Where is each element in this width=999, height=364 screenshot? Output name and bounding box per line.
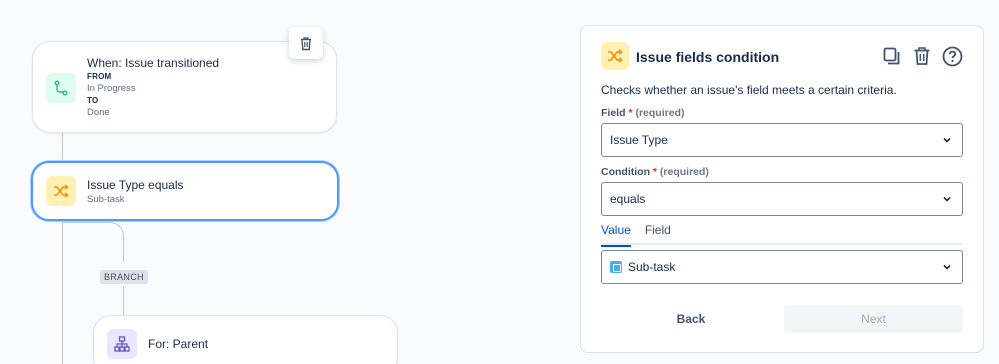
shuffle-icon xyxy=(601,42,629,70)
help-icon xyxy=(942,46,962,66)
condition-subtitle: Sub-task xyxy=(87,194,125,205)
branch-label: BRANCH xyxy=(100,270,148,284)
branch-node-title: For: Parent xyxy=(148,337,209,351)
rule-canvas: When: Issue transitioned FROM In Progres… xyxy=(0,0,560,364)
panel-header: Issue fields condition xyxy=(601,42,965,72)
shuffle-icon xyxy=(46,176,76,206)
branch-connector xyxy=(62,222,124,262)
connector-line xyxy=(62,133,63,161)
condition-label: Condition * (required) xyxy=(601,166,709,178)
tab-value[interactable]: Value xyxy=(601,223,631,247)
trash-icon xyxy=(914,47,930,65)
trigger-from-value: In Progress xyxy=(87,83,136,94)
trigger-to-value: Done xyxy=(87,107,110,118)
tab-field[interactable]: Field xyxy=(645,223,671,245)
next-button[interactable]: Next xyxy=(784,305,963,333)
chevron-down-icon xyxy=(943,264,951,270)
component-config-panel: Issue fields condition Checks whether an… xyxy=(580,25,984,353)
field-select[interactable]: Issue Type xyxy=(601,123,963,157)
panel-title: Issue fields condition xyxy=(636,49,780,65)
condition-select[interactable]: equals xyxy=(601,182,963,216)
chevron-down-icon xyxy=(943,196,951,202)
required-asterisk: * xyxy=(652,166,657,178)
back-button[interactable]: Back xyxy=(641,305,741,333)
required-asterisk: * xyxy=(628,107,633,119)
trigger-icon xyxy=(46,73,76,103)
field-label-text: Field xyxy=(601,107,626,119)
trigger-from-label: FROM xyxy=(87,72,112,81)
condition-select-value: equals xyxy=(610,192,646,206)
trigger-title: When: Issue transitioned xyxy=(87,56,220,70)
trash-icon xyxy=(301,36,311,50)
panel-description: Checks whether an issue's field meets a … xyxy=(601,83,897,97)
condition-title: Issue Type equals xyxy=(87,178,184,192)
help-button[interactable] xyxy=(941,44,963,68)
delete-button[interactable] xyxy=(911,44,933,68)
condition-label-text: Condition xyxy=(601,166,650,178)
field-label: Field * (required) xyxy=(601,107,684,119)
required-text: (required) xyxy=(635,107,685,119)
condition-node[interactable]: Issue Type equals Sub-task xyxy=(31,161,339,221)
value-field-tabs: Value Field xyxy=(601,223,963,247)
chevron-down-icon xyxy=(943,137,951,143)
branch-node[interactable]: For: Parent xyxy=(93,315,398,364)
connector-line xyxy=(123,286,124,315)
hierarchy-icon xyxy=(107,329,137,359)
field-select-value: Issue Type xyxy=(610,133,668,147)
delete-component-button[interactable] xyxy=(289,27,323,59)
value-select[interactable]: Sub-task xyxy=(601,250,963,284)
copy-icon xyxy=(883,47,900,65)
value-select-value: Sub-task xyxy=(628,260,676,274)
duplicate-button[interactable] xyxy=(881,44,903,68)
trigger-to-label: TO xyxy=(87,96,99,105)
required-text: (required) xyxy=(659,166,709,178)
subtask-icon xyxy=(610,261,622,273)
